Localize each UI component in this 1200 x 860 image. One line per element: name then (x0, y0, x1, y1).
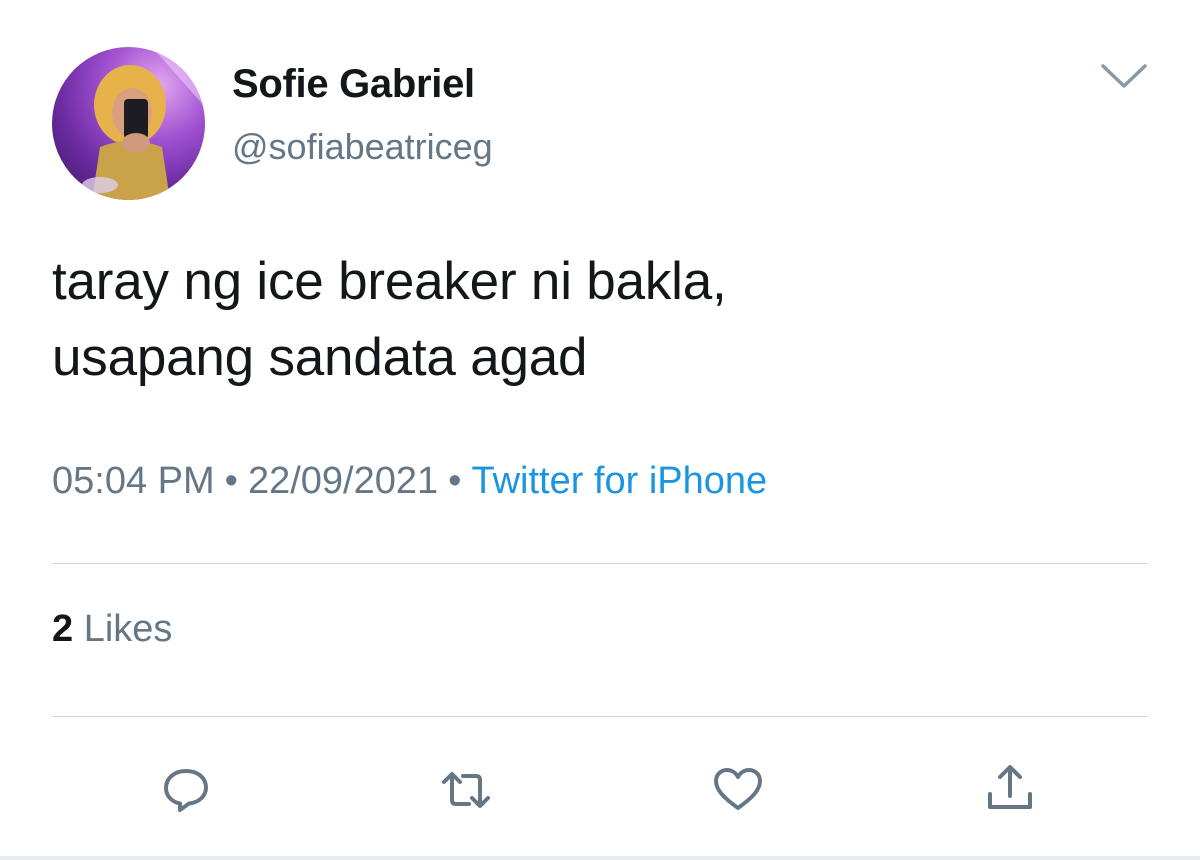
tweet-date[interactable]: 22/09/2021 (248, 460, 438, 502)
user-handle[interactable]: @sofiabeatriceg (232, 126, 493, 168)
tweet-meta: 05:04 PM • 22/09/2021 • Twitter for iPhone (52, 460, 767, 503)
likes-label: Likes (83, 608, 173, 650)
meta-separator: • (448, 460, 462, 502)
tweet-text: taray ng ice breaker ni bakla, usapang s… (52, 244, 1152, 396)
share-icon[interactable] (982, 762, 1038, 818)
profile-photo-icon (82, 47, 205, 200)
display-name[interactable]: Sofie Gabriel (232, 62, 475, 107)
tweet-text-line: usapang sandata agad (52, 328, 588, 387)
chevron-down-icon[interactable] (1098, 58, 1150, 92)
tweet-source-link[interactable]: Twitter for iPhone (471, 460, 767, 502)
tweet-time: 05:04 PM (52, 460, 215, 502)
meta-separator: • (224, 460, 238, 502)
bottom-border (0, 856, 1200, 860)
likes-count: 2 (52, 608, 74, 650)
tweet-card: Sofie Gabriel @sofiabeatriceg taray ng i… (0, 0, 1200, 860)
like-icon[interactable] (710, 762, 766, 818)
divider (52, 563, 1148, 564)
avatar[interactable] (52, 47, 205, 200)
likes-stat[interactable]: 2 Likes (52, 608, 172, 651)
retweet-icon[interactable] (438, 762, 494, 818)
tweet-text-line: taray ng ice breaker ni bakla, (52, 252, 727, 311)
reply-icon[interactable] (158, 762, 214, 818)
divider (52, 716, 1148, 717)
